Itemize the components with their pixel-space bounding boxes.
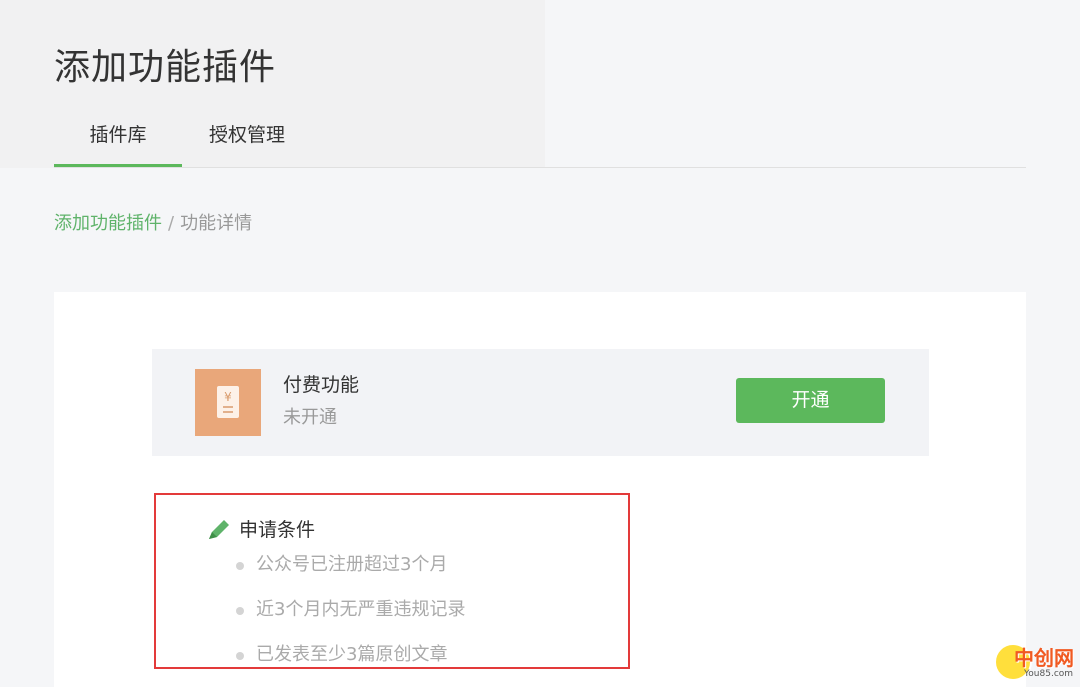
tabs-divider <box>54 167 1026 168</box>
watermark-text: 中创网 <box>1014 646 1074 670</box>
yen-glyph: ¥ <box>224 390 232 404</box>
doc-line <box>223 406 233 408</box>
bullet-dot <box>236 607 244 615</box>
feature-status: 未开通 <box>283 407 337 428</box>
doc-line <box>223 411 233 413</box>
condition-text: 公众号已注册超过3个月 <box>256 554 448 575</box>
bullet-dot <box>236 652 244 660</box>
condition-text: 已发表至少3篇原创文章 <box>256 644 448 665</box>
feature-summary: ¥ 付费功能 未开通 开通 <box>152 349 929 456</box>
bullet-dot <box>236 562 244 570</box>
feature-name: 付费功能 <box>283 374 360 396</box>
site-watermark: 中创网 You85.com <box>994 640 1080 687</box>
condition-item: 已发表至少3篇原创文章 <box>236 642 465 687</box>
document-shape: ¥ <box>217 386 239 418</box>
detail-card: ¥ 付费功能 未开通 开通 申请条件 公众号已注册超过3个月 近3个月内无严重违… <box>54 292 1026 687</box>
tab-authorization-management[interactable]: 授权管理 <box>182 110 312 168</box>
condition-text: 近3个月内无严重违规记录 <box>256 599 466 620</box>
breadcrumb-separator: / <box>168 213 175 234</box>
tab-plugin-library[interactable]: 插件库 <box>54 110 182 168</box>
breadcrumb: 添加功能插件 / 功能详情 <box>54 209 252 235</box>
breadcrumb-parent-link[interactable]: 添加功能插件 <box>54 213 162 234</box>
tab-bar: 插件库 授权管理 <box>54 110 1026 168</box>
watermark-subtext: You85.com <box>1024 669 1074 679</box>
breadcrumb-current: 功能详情 <box>180 213 253 234</box>
paid-document-icon: ¥ <box>195 369 261 436</box>
application-conditions: 申请条件 公众号已注册超过3个月 近3个月内无严重违规记录 已发表至少3篇原创文… <box>154 493 630 669</box>
page-title: 添加功能插件 <box>54 47 277 88</box>
condition-item: 近3个月内无严重违规记录 <box>236 597 465 642</box>
condition-item: 公众号已注册超过3个月 <box>236 552 465 597</box>
activate-button[interactable]: 开通 <box>736 378 885 423</box>
conditions-title: 申请条件 <box>239 519 316 541</box>
page: 添加功能插件 插件库 授权管理 添加功能插件 / 功能详情 ¥ 付费功能 未开通 开… <box>0 0 1080 687</box>
conditions-list: 公众号已注册超过3个月 近3个月内无严重违规记录 已发表至少3篇原创文章 <box>236 552 465 687</box>
pen-icon <box>209 520 229 539</box>
